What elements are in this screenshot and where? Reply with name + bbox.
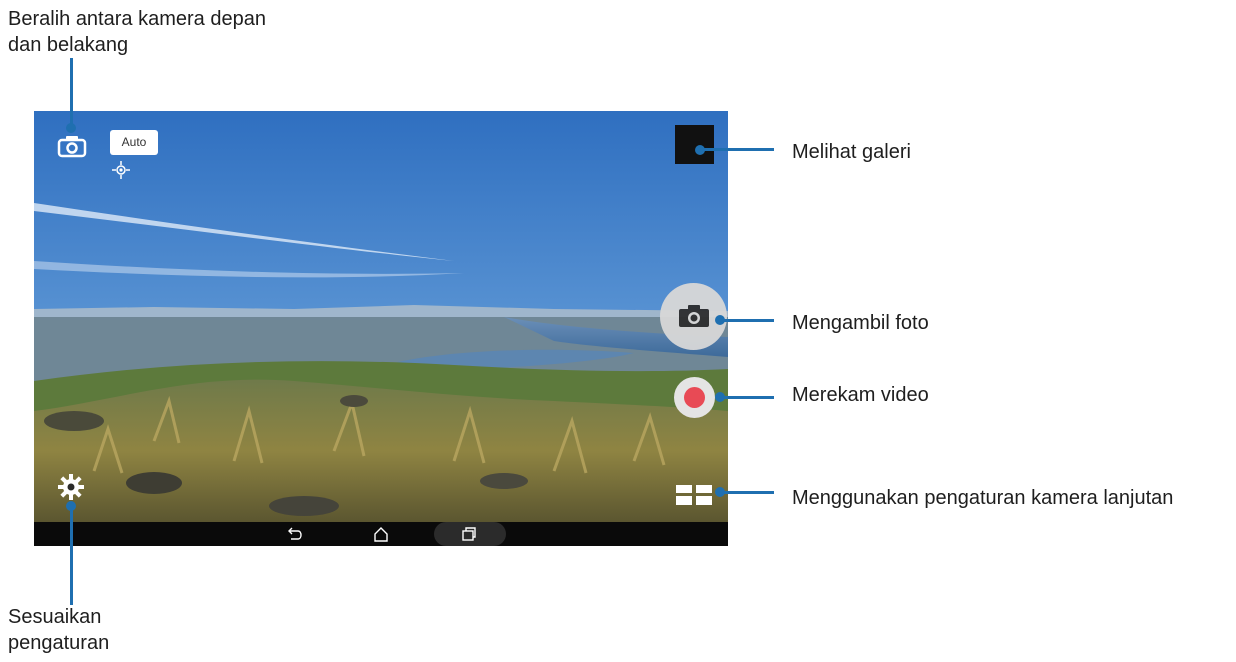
callout-line-advanced-settings bbox=[720, 491, 774, 494]
record-dot-icon bbox=[684, 387, 705, 408]
callout-switch-camera-line1: Beralih antara kamera depan bbox=[8, 8, 266, 30]
callout-line-record-video bbox=[720, 396, 774, 399]
callout-line-gallery bbox=[700, 148, 774, 151]
callout-switch-camera: Beralih antara kamera depan dan belakang bbox=[8, 6, 266, 58]
callout-dot-gallery bbox=[695, 145, 705, 155]
callout-gallery: Melihat galeri bbox=[792, 141, 911, 163]
camera-icon bbox=[679, 305, 709, 327]
callout-advanced-settings: Menggunakan pengaturan kamera lanjutan bbox=[792, 487, 1174, 509]
grid-modes-icon[interactable] bbox=[676, 485, 712, 505]
callout-line-take-photo bbox=[720, 319, 774, 322]
gear-icon[interactable] bbox=[57, 473, 85, 501]
camera-screen: Auto bbox=[34, 111, 728, 546]
system-nav-bar bbox=[34, 522, 728, 546]
scene-mode-badge[interactable]: Auto bbox=[110, 130, 158, 155]
callout-line-switch-camera bbox=[70, 58, 73, 128]
callout-take-photo: Mengambil foto bbox=[792, 312, 929, 334]
gallery-thumbnail[interactable] bbox=[675, 125, 714, 164]
callout-switch-camera-line2: dan belakang bbox=[8, 34, 129, 56]
home-icon[interactable] bbox=[372, 525, 390, 543]
callout-adjust-settings-line2: pengaturan bbox=[8, 632, 110, 654]
callout-dot-record-video bbox=[715, 392, 725, 402]
callout-dot-take-photo bbox=[715, 315, 725, 325]
callout-line-adjust-settings bbox=[70, 505, 73, 605]
callout-adjust-settings: Sesuaikan pengaturan bbox=[8, 604, 109, 656]
viewfinder-photo bbox=[34, 111, 728, 522]
callout-dot-adjust-settings bbox=[66, 501, 76, 511]
callout-adjust-settings-line1: Sesuaikan bbox=[8, 606, 102, 628]
back-icon[interactable] bbox=[285, 525, 303, 543]
recents-icon[interactable] bbox=[460, 525, 478, 543]
callout-dot-switch-camera bbox=[66, 123, 76, 133]
callout-record-video: Merekam video bbox=[792, 384, 929, 406]
focus-target-icon bbox=[112, 161, 130, 179]
camera-switch-icon[interactable] bbox=[54, 133, 90, 159]
callout-dot-advanced-settings bbox=[715, 487, 725, 497]
record-video-button[interactable] bbox=[674, 377, 715, 418]
